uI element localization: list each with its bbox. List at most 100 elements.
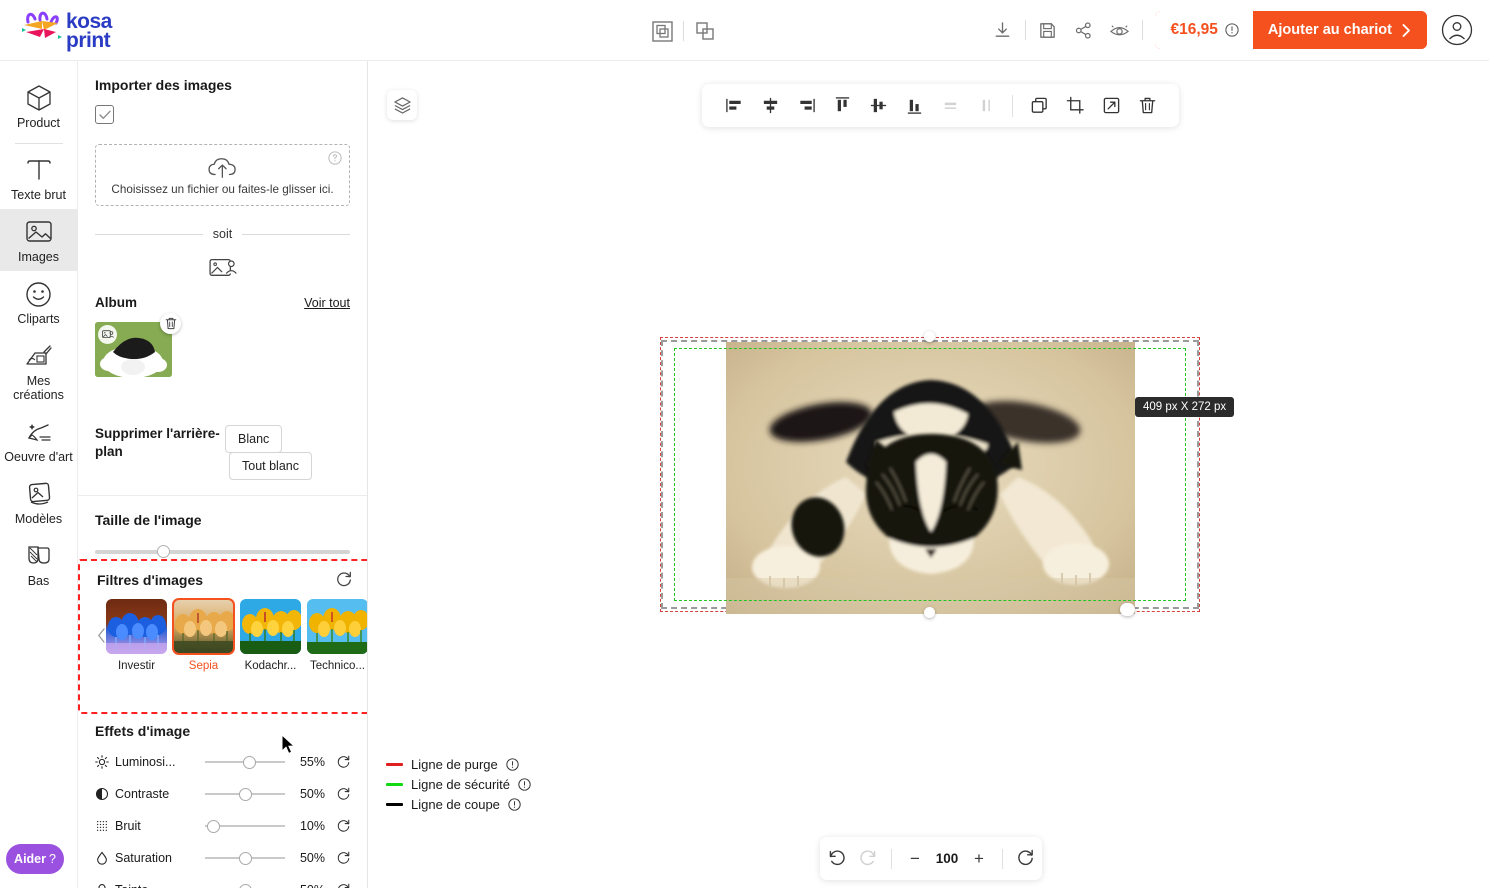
duplicate-framed-button[interactable] <box>645 16 679 46</box>
legend-row-purge: Ligne de purge <box>386 757 531 772</box>
download-button[interactable] <box>985 11 1021 49</box>
sidebar-item-product[interactable]: Product <box>0 75 78 137</box>
refresh-icon <box>337 851 350 864</box>
effect-reset-button[interactable] <box>325 851 351 866</box>
save-button[interactable] <box>1030 11 1066 49</box>
duplicate-layer-button[interactable] <box>1021 88 1057 124</box>
align-center-horizontal-button[interactable] <box>752 88 788 124</box>
import-checkbox[interactable] <box>95 105 114 124</box>
effect-row-contrast: Contraste 50% <box>95 785 351 803</box>
delete-album-image-button[interactable] <box>160 313 181 334</box>
effect-slider-handle[interactable] <box>238 787 252 801</box>
align-top-button[interactable] <box>824 88 860 124</box>
bg-blanc-button[interactable]: Blanc <box>225 425 283 453</box>
effect-reset-button[interactable] <box>325 755 351 770</box>
filters-prev-button[interactable] <box>97 628 106 643</box>
align-bottom-button[interactable] <box>896 88 932 124</box>
zoom-divider-2 <box>1002 848 1003 869</box>
price-display[interactable]: €16,95 <box>1154 11 1253 49</box>
upload-dropzone[interactable]: Choisissez un fichier ou faites-le gliss… <box>95 144 350 206</box>
account-button[interactable] <box>1441 14 1473 46</box>
zoom-in-button[interactable]: + <box>963 842 995 876</box>
effect-reset-button[interactable] <box>325 883 351 888</box>
info-circle-icon[interactable] <box>1225 23 1239 37</box>
effect-slider-handle[interactable] <box>238 883 252 888</box>
help-button[interactable]: Aider ? <box>6 844 64 874</box>
sidebar-item-modeles[interactable]: Modèles <box>0 471 78 533</box>
delete-button[interactable] <box>1129 88 1165 124</box>
brand-logo[interactable]: kosa print <box>18 8 138 54</box>
header-divider-3 <box>1141 20 1143 40</box>
image-filters-section: Filtres d'images Investir Sepia Kodachr.… <box>97 571 367 672</box>
chevron-right-icon <box>1402 23 1410 37</box>
effect-slider-handle[interactable] <box>206 819 220 833</box>
effect-row-noise: Bruit 10% <box>95 817 351 835</box>
filter-option[interactable]: Kodachr... <box>240 599 301 672</box>
sidebar-item-mes-creations[interactable]: Mes créations <box>0 333 78 409</box>
filter-option-selected[interactable]: Sepia <box>172 598 235 672</box>
effect-slider-handle[interactable] <box>242 755 256 769</box>
redo-button[interactable] <box>852 842 884 876</box>
distribute-horizontal-button[interactable] <box>968 88 1004 124</box>
cube-icon <box>26 83 52 113</box>
legend-label: Ligne de sécurité <box>411 777 511 792</box>
undo-button[interactable] <box>820 842 852 876</box>
effect-slider[interactable] <box>205 819 285 833</box>
effect-reset-button[interactable] <box>325 819 351 834</box>
sidebar-item-oeuvre-dart[interactable]: Oeuvre d'art <box>0 409 78 471</box>
zoom-out-button[interactable]: − <box>899 842 931 876</box>
see-all-link[interactable]: Voir tout <box>304 296 350 310</box>
image-size-slider-handle[interactable] <box>157 545 171 558</box>
resize-handle-bottom[interactable] <box>924 607 935 618</box>
thumbnail-type-badge <box>98 325 117 344</box>
align-left-button[interactable] <box>716 88 752 124</box>
preview-button[interactable] <box>1102 11 1138 49</box>
legend-info-button[interactable] <box>518 778 531 791</box>
sidebar-item-texte-brut[interactable]: Texte brut <box>0 147 78 209</box>
zoom-reset-button[interactable] <box>1010 842 1042 876</box>
effect-reset-button[interactable] <box>325 787 351 802</box>
legend-info-button[interactable] <box>506 758 519 771</box>
filter-label: Investir <box>117 660 156 672</box>
filter-option[interactable]: Investir <box>106 599 167 672</box>
album-thumbnail[interactable] <box>95 322 172 377</box>
artboard[interactable] <box>660 331 1200 618</box>
crop-button[interactable] <box>1057 88 1093 124</box>
share-icon <box>1075 21 1091 39</box>
add-to-cart-button[interactable]: Ajouter au chariot <box>1252 11 1427 49</box>
background-removal-section: Supprimer l'arrière-plan Blanc Tout blan… <box>95 425 350 480</box>
resize-handle-top[interactable] <box>924 331 935 342</box>
effect-slider[interactable] <box>205 787 285 801</box>
layers-button[interactable] <box>387 90 417 120</box>
dropzone-help-button[interactable] <box>328 151 342 165</box>
effect-row-saturation: Saturation 50% <box>95 849 351 867</box>
rotate-handle[interactable] <box>1120 603 1135 616</box>
effect-slider-handle[interactable] <box>238 851 252 865</box>
align-middle-vertical-button[interactable] <box>860 88 896 124</box>
effect-slider[interactable] <box>205 851 285 865</box>
filter-option[interactable]: Technico... <box>307 599 367 672</box>
legend-info-button[interactable] <box>508 798 521 811</box>
photo-library-button[interactable] <box>95 255 350 279</box>
header-divider <box>683 21 684 41</box>
effect-row-hue: Teinte 50% <box>95 881 351 888</box>
crop-icon <box>1066 96 1084 114</box>
filters-reset-button[interactable] <box>335 571 353 589</box>
distribute-vertical-button[interactable] <box>932 88 968 124</box>
effect-label: Saturation <box>115 851 172 865</box>
duplicate-button[interactable] <box>688 16 722 46</box>
image-size-slider[interactable] <box>95 545 350 558</box>
noise-icon <box>95 819 115 833</box>
share-button[interactable] <box>1066 11 1102 49</box>
bg-tout-blanc-button[interactable]: Tout blanc <box>229 452 312 480</box>
album-title: Album <box>95 295 137 310</box>
sidebar-item-cliparts[interactable]: Cliparts <box>0 271 78 333</box>
resize-button[interactable] <box>1093 88 1129 124</box>
sidebar-item-bas[interactable]: Bas <box>0 533 78 595</box>
brightness-icon <box>95 755 115 769</box>
sidebar-item-images[interactable]: Images <box>0 209 78 271</box>
effect-slider[interactable] <box>205 755 285 769</box>
background-removal-label: Supprimer l'arrière-plan <box>95 426 220 459</box>
align-right-button[interactable] <box>788 88 824 124</box>
